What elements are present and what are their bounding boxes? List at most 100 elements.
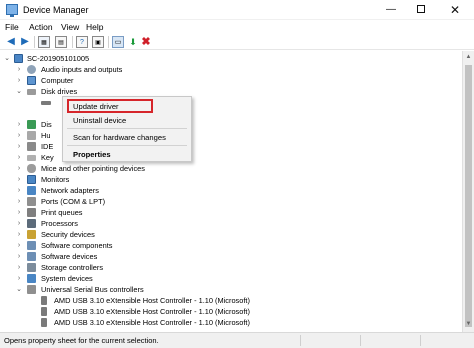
tree-item-label: Hu (41, 131, 51, 140)
expand-chevron-icon[interactable]: › (15, 75, 23, 86)
menu-help[interactable]: Help (86, 22, 103, 32)
menu-action[interactable]: Action (29, 22, 53, 32)
computer-icon (14, 54, 23, 63)
expand-chevron-icon[interactable]: › (15, 218, 23, 229)
menu-bar: File Action View Help (0, 20, 474, 34)
disk-drive-icon (41, 101, 51, 105)
tree-item-label: Universal Serial Bus controllers (41, 285, 144, 294)
keyboard-icon (27, 155, 36, 161)
expand-chevron-icon[interactable]: › (15, 163, 23, 174)
expand-chevron-icon[interactable]: › (15, 262, 23, 273)
processor-icon (27, 219, 36, 228)
scroll-down-icon[interactable]: ▼ (463, 319, 474, 330)
status-text: Opens property sheet for the current sel… (4, 336, 159, 345)
update-driver-menu-item[interactable]: Update driver (73, 102, 119, 111)
tree-item-label: Computer (41, 76, 74, 85)
minimize-button[interactable]: — (376, 0, 406, 20)
expand-chevron-icon[interactable]: › (15, 130, 23, 141)
view-list-icon[interactable]: ▤ (55, 36, 67, 48)
tree-item-label: System devices (41, 274, 93, 283)
tree-item-label: Key (41, 153, 54, 162)
back-arrow-icon[interactable]: ◀ (5, 36, 17, 48)
system-icon (27, 274, 36, 283)
menu-view[interactable]: View (61, 22, 79, 32)
printer-icon (27, 208, 36, 217)
speaker-icon (27, 65, 36, 74)
context-menu: Update driver Uninstall device Scan for … (62, 96, 192, 162)
expand-chevron-icon[interactable]: › (15, 119, 23, 130)
menu-file[interactable]: File (5, 22, 19, 32)
expand-chevron-icon[interactable]: › (15, 207, 23, 218)
tree-item-label: Software devices (41, 252, 98, 261)
tree-item-label: IDE (41, 142, 54, 151)
vertical-scrollbar[interactable]: ▲ ▼ (462, 51, 474, 332)
hid-icon (27, 131, 36, 140)
tree-item-label: AMD USB 3.10 eXtensible Host Controller … (54, 307, 250, 316)
close-button[interactable]: ✕ (440, 0, 470, 20)
tree-item-label: Dis (41, 120, 52, 129)
software-device-icon (27, 252, 36, 261)
display-adapter-icon (27, 120, 36, 129)
tree-item-label: Network adapters (41, 186, 99, 195)
expand-chevron-icon[interactable]: › (15, 251, 23, 262)
tree-item-label: AMD USB 3.10 eXtensible Host Controller … (54, 296, 250, 305)
tree-item-label: Software components (41, 241, 113, 250)
menu-separator (67, 128, 187, 129)
storage-icon (27, 263, 36, 272)
tree-item-label: Security devices (41, 230, 95, 239)
tree-item-label: Storage controllers (41, 263, 104, 272)
device-manager-icon (6, 4, 18, 17)
expand-chevron-icon[interactable]: › (15, 196, 23, 207)
device-view-icon[interactable]: ▣ (92, 36, 104, 48)
tree-item-label: Print queues (41, 208, 83, 217)
expand-chevron-icon[interactable]: › (15, 152, 23, 163)
properties-icon[interactable]: ▦ (38, 36, 50, 48)
uninstall-device-menu-item[interactable]: Uninstall device (73, 116, 126, 125)
mouse-icon (27, 164, 36, 173)
expand-chevron-icon[interactable]: › (15, 185, 23, 196)
tree-item-label: Monitors (41, 175, 70, 184)
update-driver-icon[interactable]: ⬇ (127, 36, 139, 48)
tree-item-label: AMD USB 3.10 eXtensible Host Controller … (54, 318, 250, 327)
scroll-up-icon[interactable]: ▲ (463, 52, 474, 63)
scan-hardware-menu-item[interactable]: Scan for hardware changes (73, 133, 166, 142)
expand-chevron-icon[interactable]: › (15, 174, 23, 185)
collapse-chevron-icon[interactable]: ⌄ (3, 53, 11, 64)
usb-device-icon (41, 318, 47, 327)
window-title: Device Manager (23, 5, 89, 15)
maximize-icon (417, 5, 425, 14)
tree-item-label: Ports (COM & LPT) (41, 197, 106, 206)
software-component-icon (27, 241, 36, 250)
expand-chevron-icon[interactable]: › (15, 141, 23, 152)
computer-icon (27, 76, 36, 85)
network-icon (27, 186, 36, 195)
ide-controller-icon (27, 142, 36, 151)
usb-device-icon (41, 307, 47, 316)
title-bar: Device Manager — ✕ (0, 0, 474, 20)
usb-icon (27, 285, 36, 294)
tree-item-label: Processors (41, 219, 78, 228)
usb-device-icon (41, 296, 47, 305)
tree-item-label: Audio inputs and outputs (41, 65, 123, 74)
status-bar: Opens property sheet for the current sel… (0, 332, 474, 348)
expand-chevron-icon[interactable]: › (15, 273, 23, 284)
expand-chevron-icon[interactable]: › (15, 229, 23, 240)
maximize-button[interactable] (406, 0, 436, 20)
scroll-thumb[interactable] (465, 65, 472, 327)
menu-separator (67, 145, 187, 146)
monitor-icon (27, 175, 36, 184)
collapse-chevron-icon[interactable]: ⌄ (15, 86, 23, 97)
forward-arrow-icon[interactable]: ▶ (19, 36, 31, 48)
collapse-chevron-icon[interactable]: ⌄ (15, 284, 23, 295)
disk-icon (27, 89, 36, 95)
help-icon[interactable]: ? (76, 36, 88, 48)
port-icon (27, 197, 36, 206)
device-tree: ⌄ SC-201905101005 › Audio inputs and out… (0, 51, 462, 332)
expand-chevron-icon[interactable]: › (15, 240, 23, 251)
expand-chevron-icon[interactable]: › (15, 64, 23, 75)
properties-menu-item[interactable]: Properties (73, 150, 111, 159)
scan-monitor-icon[interactable]: ▭ (112, 36, 124, 48)
toolbar: ◀ ▶ ▦ ▤ ? ▣ ▭ ⬇ ✖ (0, 34, 474, 50)
tree-item-label: Mice and other pointing devices (41, 164, 145, 173)
uninstall-icon[interactable]: ✖ (140, 36, 152, 48)
